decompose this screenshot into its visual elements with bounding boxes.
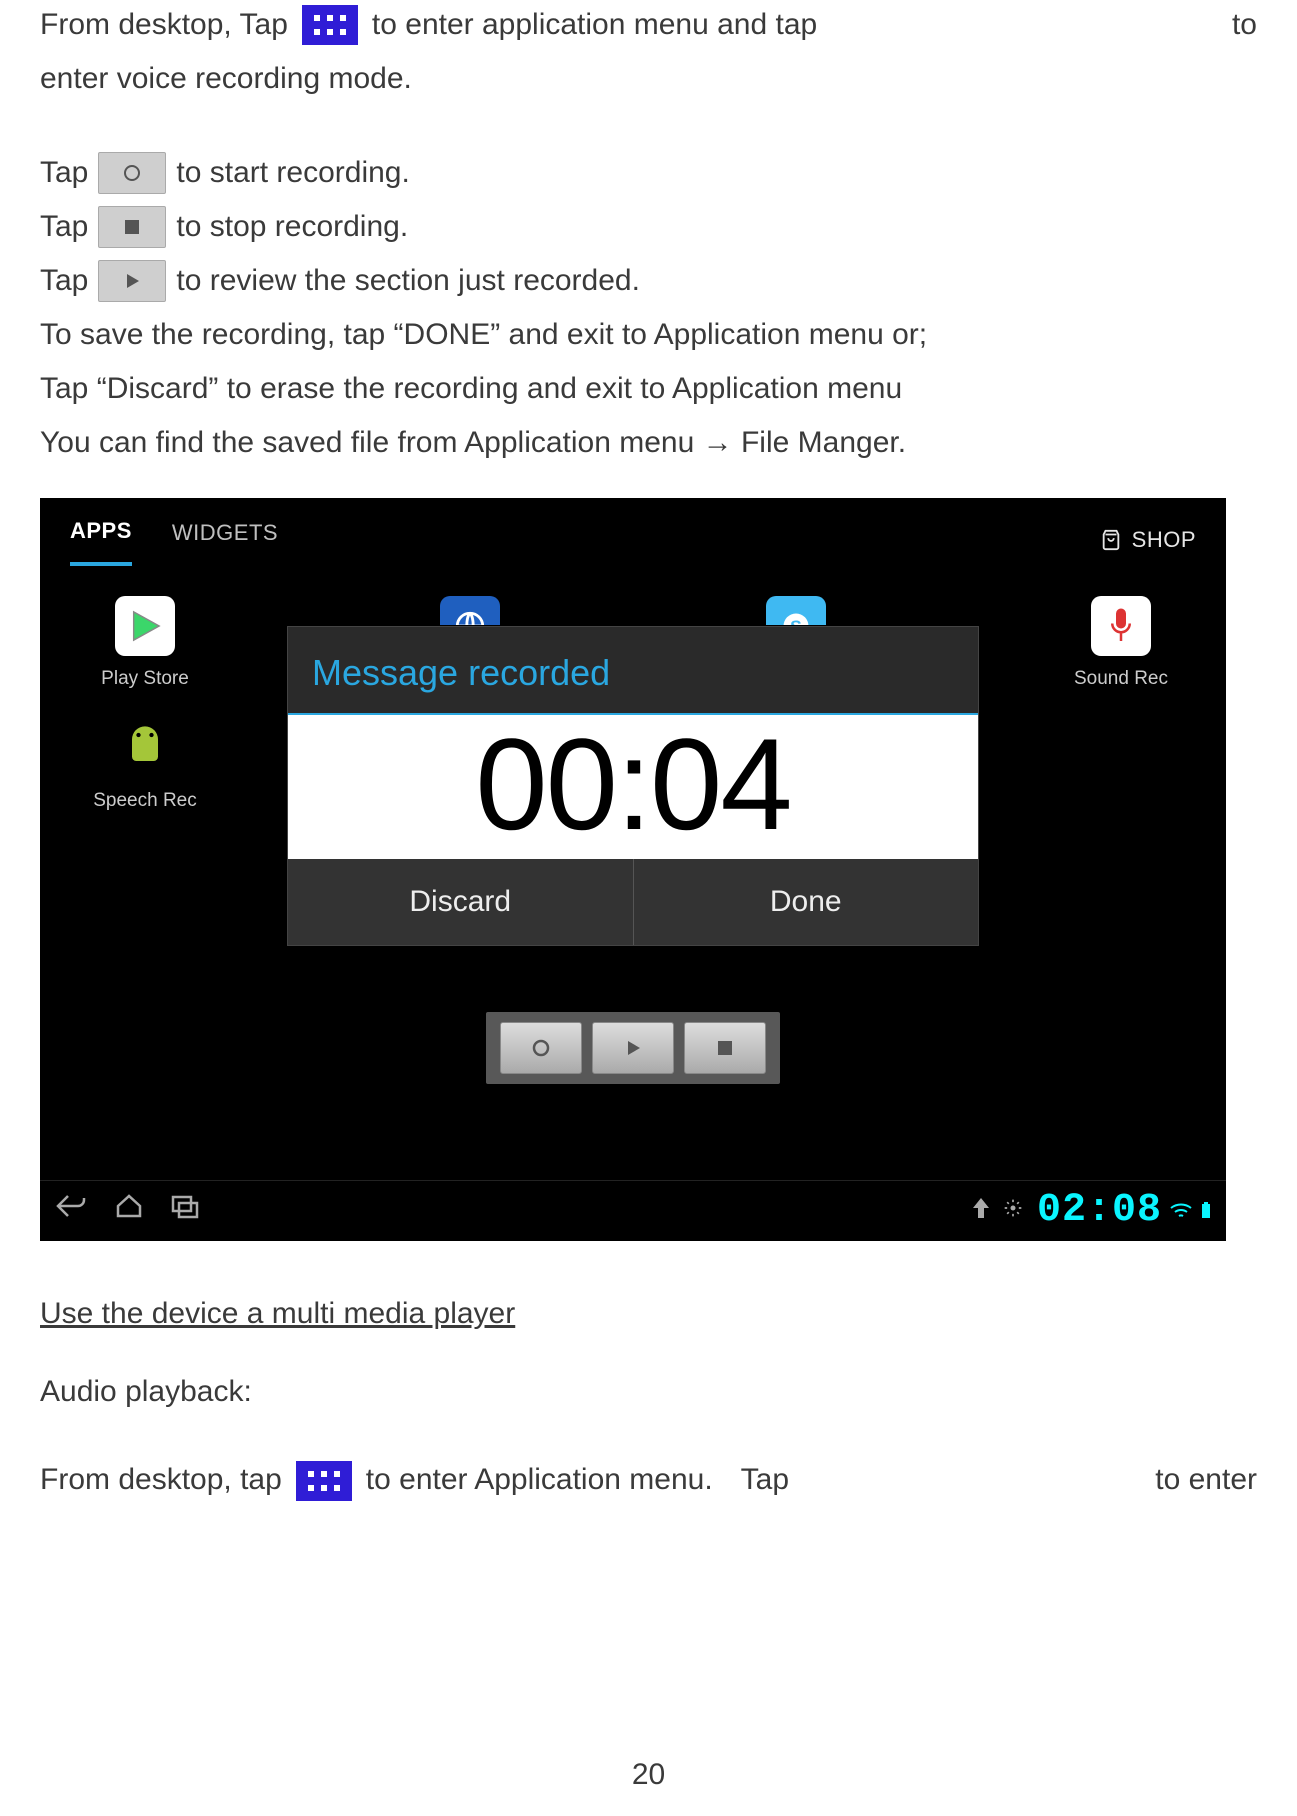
recorder-controls	[486, 1012, 780, 1084]
nav-back-icon[interactable]	[54, 1188, 88, 1235]
record-button-icon	[98, 152, 166, 194]
paragraph-last: From desktop, tap to enter Application m…	[40, 1456, 1257, 1506]
heading-text: Use the device a multi media player	[40, 1297, 515, 1330]
page-number: 20	[0, 1752, 1297, 1799]
subheading-audio: Audio playback:	[40, 1368, 1257, 1418]
line-discard: Tap “Discard” to erase the recording and…	[40, 364, 1257, 414]
text: to	[1232, 2, 1257, 49]
text: Tap	[40, 258, 88, 305]
wifi-icon	[1170, 1202, 1192, 1220]
paragraph-1-line-1: From desktop, Tap to enter application m…	[40, 0, 1257, 50]
tab-shop[interactable]: SHOP	[1100, 523, 1196, 557]
text: Tap	[40, 204, 88, 251]
app-label: Speech Rec	[93, 786, 197, 815]
text: To save the recording, tap “DONE” and ex…	[40, 312, 927, 359]
dialog-title: Message recorded	[288, 627, 978, 715]
apps-menu-icon	[302, 5, 358, 45]
line-find-file: You can find the saved file from Applica…	[40, 418, 1257, 468]
text: You can find the saved file from Applica…	[40, 420, 906, 467]
text: to enter Application menu.	[366, 1457, 713, 1504]
tab-widgets[interactable]: WIDGETS	[172, 516, 278, 564]
app-sound-recorder[interactable]: Sound Rec	[1056, 596, 1186, 693]
app-label: Sound Rec	[1074, 664, 1168, 693]
text: to enter application menu and tap	[372, 2, 817, 49]
shop-label: SHOP	[1132, 523, 1196, 557]
line-stop-recording: Tap to stop recording.	[40, 202, 1257, 252]
nav-recent-icon[interactable]	[170, 1188, 200, 1235]
line-save: To save the recording, tap “DONE” and ex…	[40, 310, 1257, 360]
text: From desktop, tap	[40, 1457, 282, 1504]
text: Tap	[741, 1457, 789, 1504]
line-review-recording: Tap to review the section just recorded.	[40, 256, 1257, 306]
android-screenshot: APPS WIDGETS SHOP Play Store	[40, 498, 1226, 1241]
heading-media-player: Use the device a multi media player	[40, 1291, 1257, 1338]
text: From desktop, Tap	[40, 2, 288, 49]
mic-icon	[1091, 596, 1151, 656]
play-button[interactable]	[592, 1022, 674, 1074]
app-label: Play Store	[101, 664, 189, 693]
line-start-recording: Tap to start recording.	[40, 148, 1257, 198]
dialog-timer: 00:04	[288, 715, 978, 859]
status-settings-icon	[1003, 1194, 1023, 1228]
tab-apps[interactable]: APPS	[70, 514, 132, 566]
play-store-icon	[115, 596, 175, 656]
apps-menu-icon	[296, 1461, 352, 1501]
app-speech-recorder[interactable]: Speech Rec	[80, 718, 210, 815]
clock-text: 02:08	[1037, 1180, 1162, 1241]
android-navbar: 02:08	[40, 1180, 1226, 1241]
android-icon	[115, 718, 175, 778]
message-recorded-dialog: Message recorded 00:04 Discard Done	[287, 626, 979, 946]
status-arrow-icon	[973, 1194, 989, 1228]
done-button[interactable]: Done	[633, 859, 979, 946]
text: Tap	[40, 150, 88, 197]
text: to start recording.	[176, 150, 409, 197]
app-play-store[interactable]: Play Store	[80, 596, 210, 693]
record-button[interactable]	[500, 1022, 582, 1074]
android-tabs: APPS WIDGETS SHOP	[40, 498, 1226, 566]
text: to review the section just recorded.	[176, 258, 640, 305]
nav-home-icon[interactable]	[114, 1188, 144, 1235]
stop-button-icon	[98, 206, 166, 248]
navbar-clock: 02:08	[1037, 1180, 1212, 1241]
text: to enter	[1155, 1457, 1257, 1504]
battery-icon	[1200, 1202, 1212, 1220]
text: Tap “Discard” to erase the recording and…	[40, 366, 902, 413]
shop-icon	[1100, 529, 1122, 551]
play-button-icon	[98, 260, 166, 302]
discard-button[interactable]: Discard	[288, 859, 633, 946]
text: enter voice recording mode.	[40, 56, 412, 103]
paragraph-1-line-2: enter voice recording mode.	[40, 54, 1257, 104]
text: Audio playback:	[40, 1369, 252, 1416]
stop-button[interactable]	[684, 1022, 766, 1074]
text: to stop recording.	[176, 204, 408, 251]
